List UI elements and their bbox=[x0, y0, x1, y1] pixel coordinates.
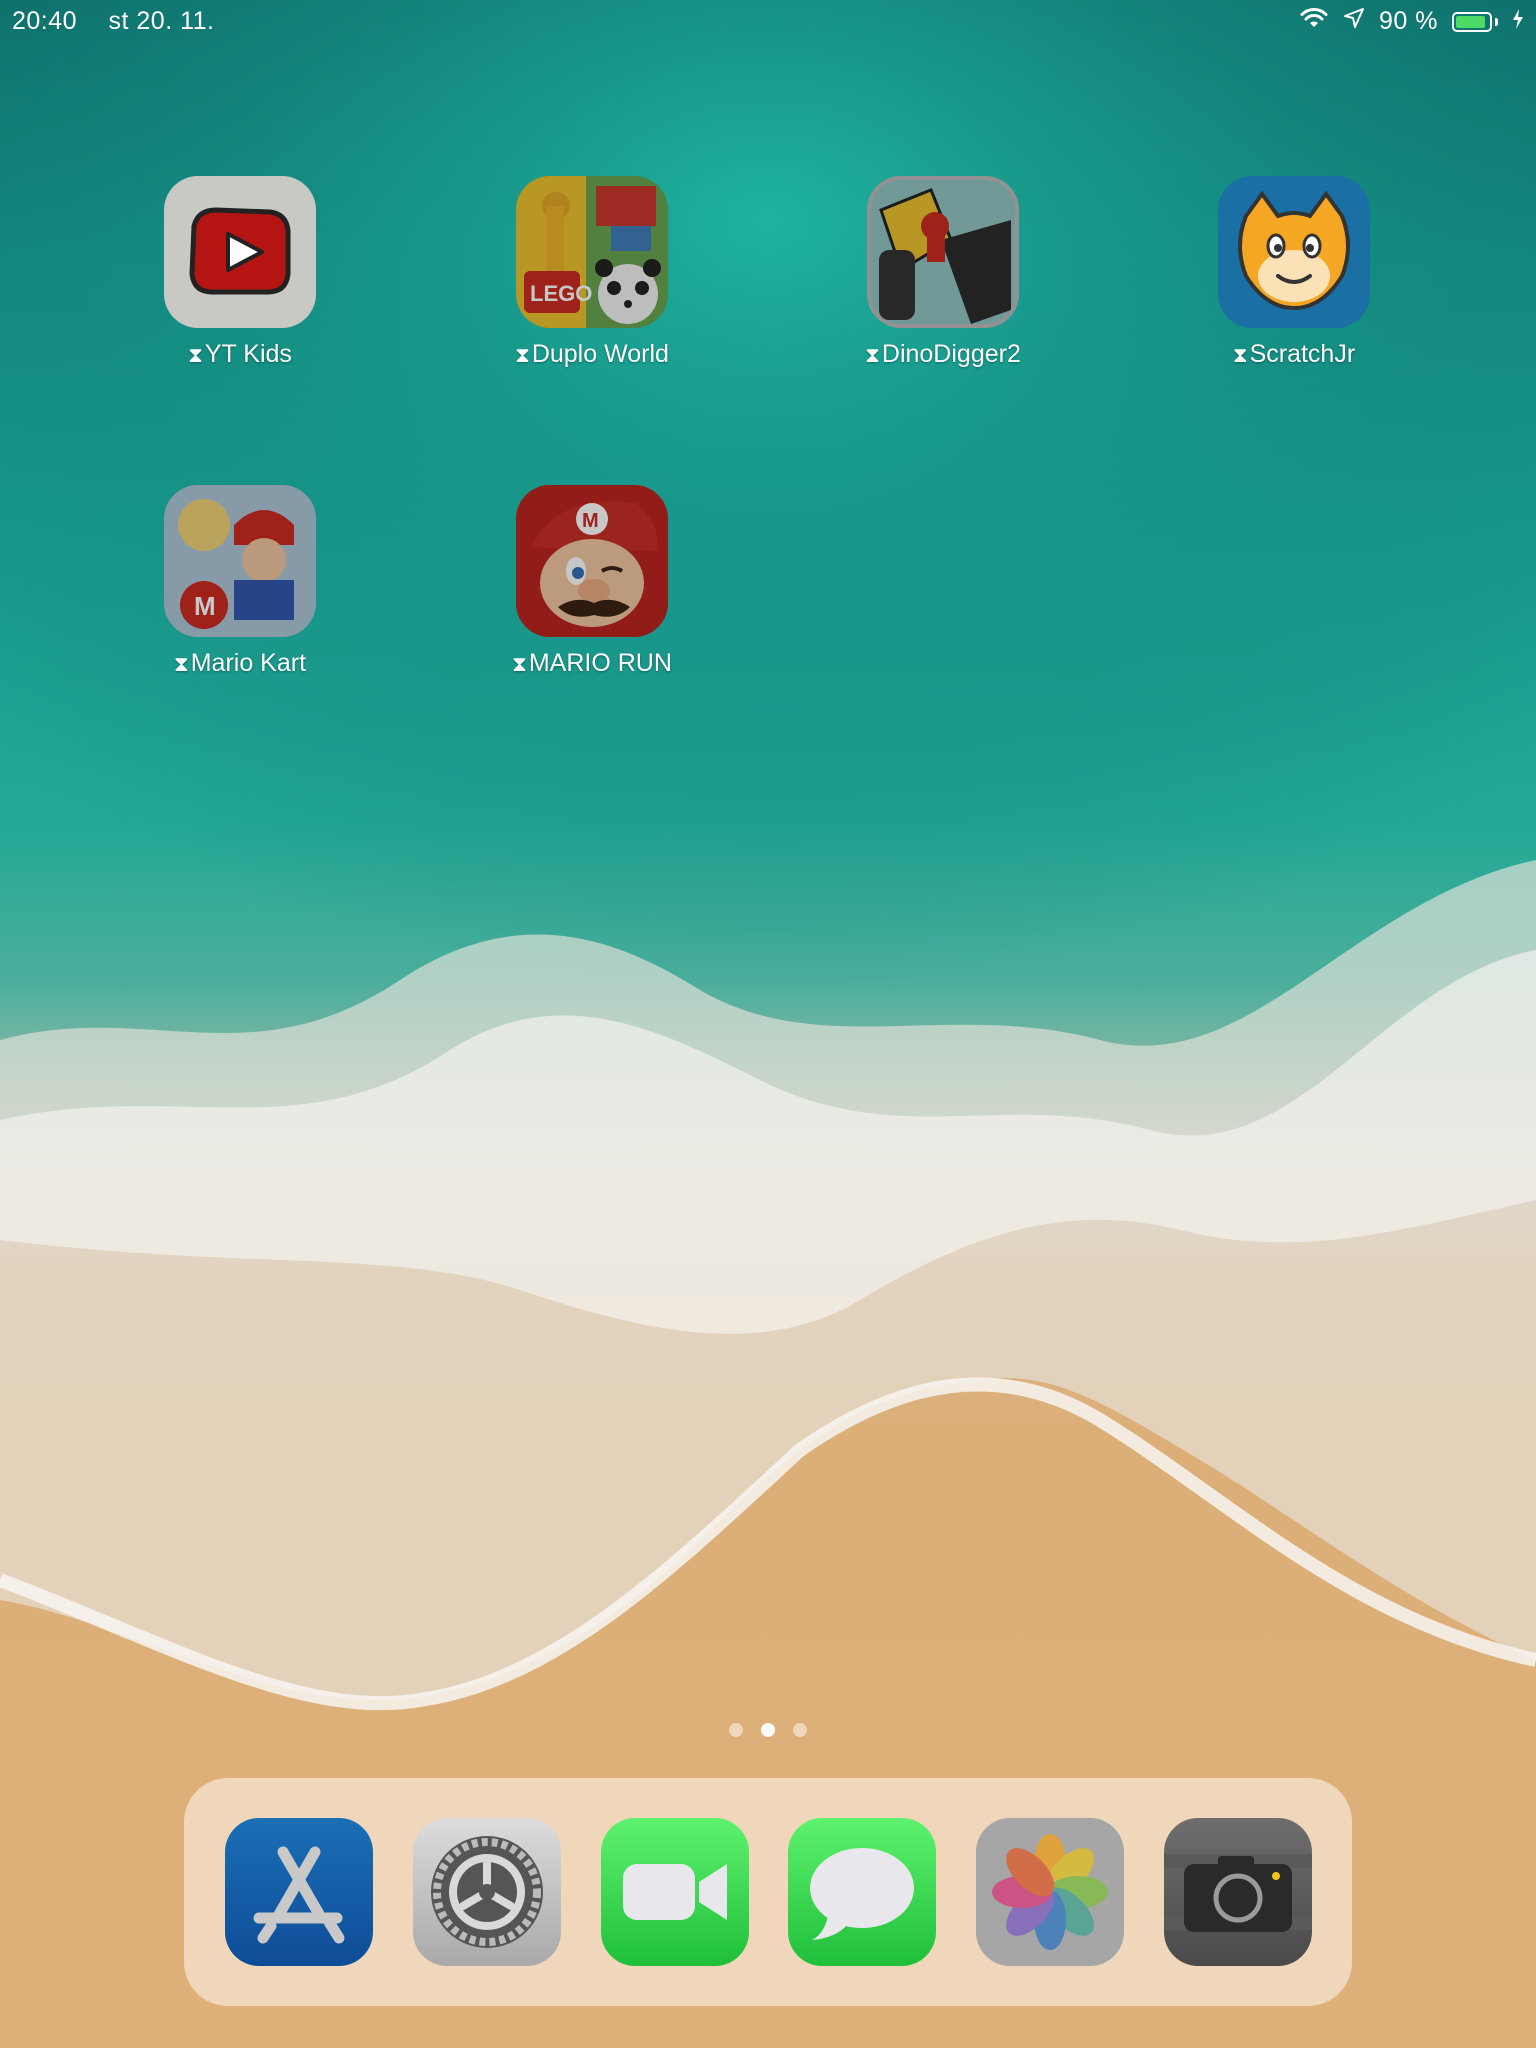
hourglass-icon: ⧗ bbox=[512, 653, 527, 676]
app-store-icon[interactable] bbox=[225, 1818, 373, 1966]
app-mario-run[interactable]: M ⧗MARIO RUN bbox=[467, 485, 717, 678]
hourglass-icon: ⧗ bbox=[188, 344, 203, 367]
app-mario-kart[interactable]: M ⧗Mario Kart bbox=[115, 485, 365, 678]
svg-text:M: M bbox=[582, 510, 599, 532]
app-label: ⧗DinoDigger2 bbox=[865, 340, 1021, 368]
app-dinodigger2[interactable]: ⧗DinoDigger2 bbox=[818, 176, 1068, 369]
scratchjr-icon bbox=[1218, 176, 1370, 328]
status-bar: 20:40 st 20. 11. 90 % bbox=[0, 0, 1536, 42]
camera-icon[interactable] bbox=[1164, 1818, 1312, 1966]
app-label: ⧗ScratchJr bbox=[1232, 340, 1356, 368]
page-dot[interactable] bbox=[729, 1723, 743, 1737]
page-indicator[interactable] bbox=[0, 1723, 1536, 1737]
location-arrow-icon bbox=[1343, 7, 1365, 36]
app-label: ⧗MARIO RUN bbox=[512, 649, 672, 677]
app-label: ⧗Mario Kart bbox=[173, 649, 307, 677]
yt-kids-icon bbox=[164, 176, 316, 328]
photos-icon[interactable] bbox=[976, 1818, 1124, 1966]
app-label: ⧗YT Kids bbox=[188, 340, 292, 368]
status-date: st 20. 11. bbox=[108, 7, 215, 35]
page-dot[interactable] bbox=[793, 1723, 807, 1737]
mario-kart-icon: M bbox=[164, 485, 316, 637]
facetime-icon[interactable] bbox=[601, 1818, 749, 1966]
hourglass-icon: ⧗ bbox=[865, 344, 880, 367]
app-yt-kids[interactable]: ⧗YT Kids bbox=[115, 176, 365, 369]
duplo-world-icon: LEGO bbox=[516, 176, 668, 328]
app-label: ⧗Duplo World bbox=[515, 340, 669, 368]
settings-icon[interactable] bbox=[413, 1818, 561, 1966]
status-time: 20:40 bbox=[12, 7, 78, 35]
messages-icon[interactable] bbox=[788, 1818, 936, 1966]
app-scratchjr[interactable]: ⧗ScratchJr bbox=[1169, 176, 1419, 369]
svg-text:LEGO: LEGO bbox=[530, 281, 592, 306]
battery-percent: 90 % bbox=[1379, 7, 1438, 35]
hourglass-icon: ⧗ bbox=[173, 653, 189, 676]
charging-bolt-icon bbox=[1512, 7, 1524, 36]
battery-icon bbox=[1452, 11, 1498, 32]
app-duplo-world[interactable]: LEGO ⧗Duplo World bbox=[467, 176, 717, 369]
hourglass-icon: ⧗ bbox=[1232, 344, 1248, 367]
mario-run-icon: M bbox=[516, 485, 668, 637]
dock bbox=[184, 1778, 1352, 2006]
wifi-icon bbox=[1299, 7, 1329, 36]
dinodigger2-icon bbox=[867, 176, 1019, 328]
page-dot-active[interactable] bbox=[761, 1723, 775, 1737]
svg-text:M: M bbox=[194, 591, 216, 621]
hourglass-icon: ⧗ bbox=[515, 344, 530, 367]
